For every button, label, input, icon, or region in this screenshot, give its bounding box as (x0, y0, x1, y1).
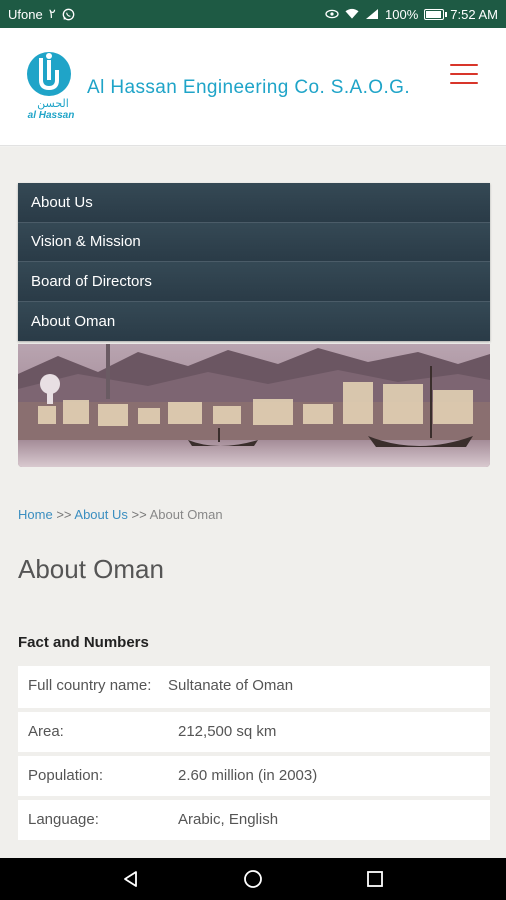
carrier-suffix: ۲ (48, 6, 56, 21)
recents-icon[interactable] (355, 864, 395, 894)
hamburger-menu-icon[interactable] (450, 64, 478, 84)
wifi-icon (345, 7, 359, 21)
table-row: Full country name: Sultanate of Oman (18, 666, 490, 712)
fact-value: 2.60 million (in 2003) (178, 767, 318, 784)
oman-banner-image (18, 344, 490, 467)
breadcrumb-about-us-link[interactable]: About Us (74, 507, 127, 522)
submenu-item-vision-mission[interactable]: Vision & Mission (18, 222, 490, 262)
breadcrumb-current: About Oman (149, 507, 223, 522)
site-header: الحسن al Hassan Al Hassan Engineering Co… (0, 28, 506, 146)
breadcrumb-home-link[interactable]: Home (18, 507, 53, 522)
fact-label: Full country name: (28, 677, 152, 694)
status-bar: Ufone ۲ 100% 7:52 AM (0, 0, 506, 28)
logo-arabic-text: الحسن (37, 98, 69, 110)
table-row: Language: Arabic, English (18, 800, 490, 844)
fact-label: Population: (28, 767, 104, 784)
fact-value: Sultanate of Oman (168, 677, 294, 694)
about-submenu: About Us Vision & Mission Board of Direc… (18, 183, 490, 341)
fact-value: Arabic, English (178, 811, 279, 828)
submenu-item-board-of-directors[interactable]: Board of Directors (18, 262, 490, 302)
home-icon[interactable] (233, 864, 273, 894)
battery-percent: 100% (385, 6, 419, 22)
logo-text: al Hassan (27, 110, 75, 121)
table-row: Population: 2.60 million (in 2003) (18, 756, 490, 800)
breadcrumb: Home >> About Us >> About Oman (18, 507, 223, 522)
clock: 7:52 AM (450, 6, 498, 22)
signal-icon (365, 7, 379, 21)
main-content: About Us Vision & Mission Board of Direc… (0, 147, 506, 858)
fact-label: Area: (28, 723, 64, 740)
whatsapp-icon (62, 7, 76, 21)
battery-icon (424, 8, 448, 20)
carrier-label: Ufone (8, 6, 43, 22)
system-nav-bar (0, 858, 506, 900)
table-row: Area: 212,500 sq km (18, 712, 490, 756)
section-title: Fact and Numbers (18, 634, 149, 651)
submenu-item-about-oman[interactable]: About Oman (18, 301, 490, 341)
facts-table: Full country name: Sultanate of Oman Are… (18, 666, 490, 844)
fact-value: 212,500 sq km (178, 723, 277, 740)
company-name: Al Hassan Engineering Co. S.A.O.G. (87, 77, 411, 98)
breadcrumb-separator: >> (56, 507, 72, 522)
breadcrumb-separator: >> (131, 507, 147, 522)
back-icon[interactable] (111, 864, 151, 894)
company-logo[interactable]: الحسن al Hassan (22, 50, 80, 124)
page-title: About Oman (18, 554, 164, 584)
fact-label: Language: (28, 811, 99, 828)
eye-icon (325, 7, 339, 21)
submenu-item-about-us[interactable]: About Us (18, 183, 490, 223)
